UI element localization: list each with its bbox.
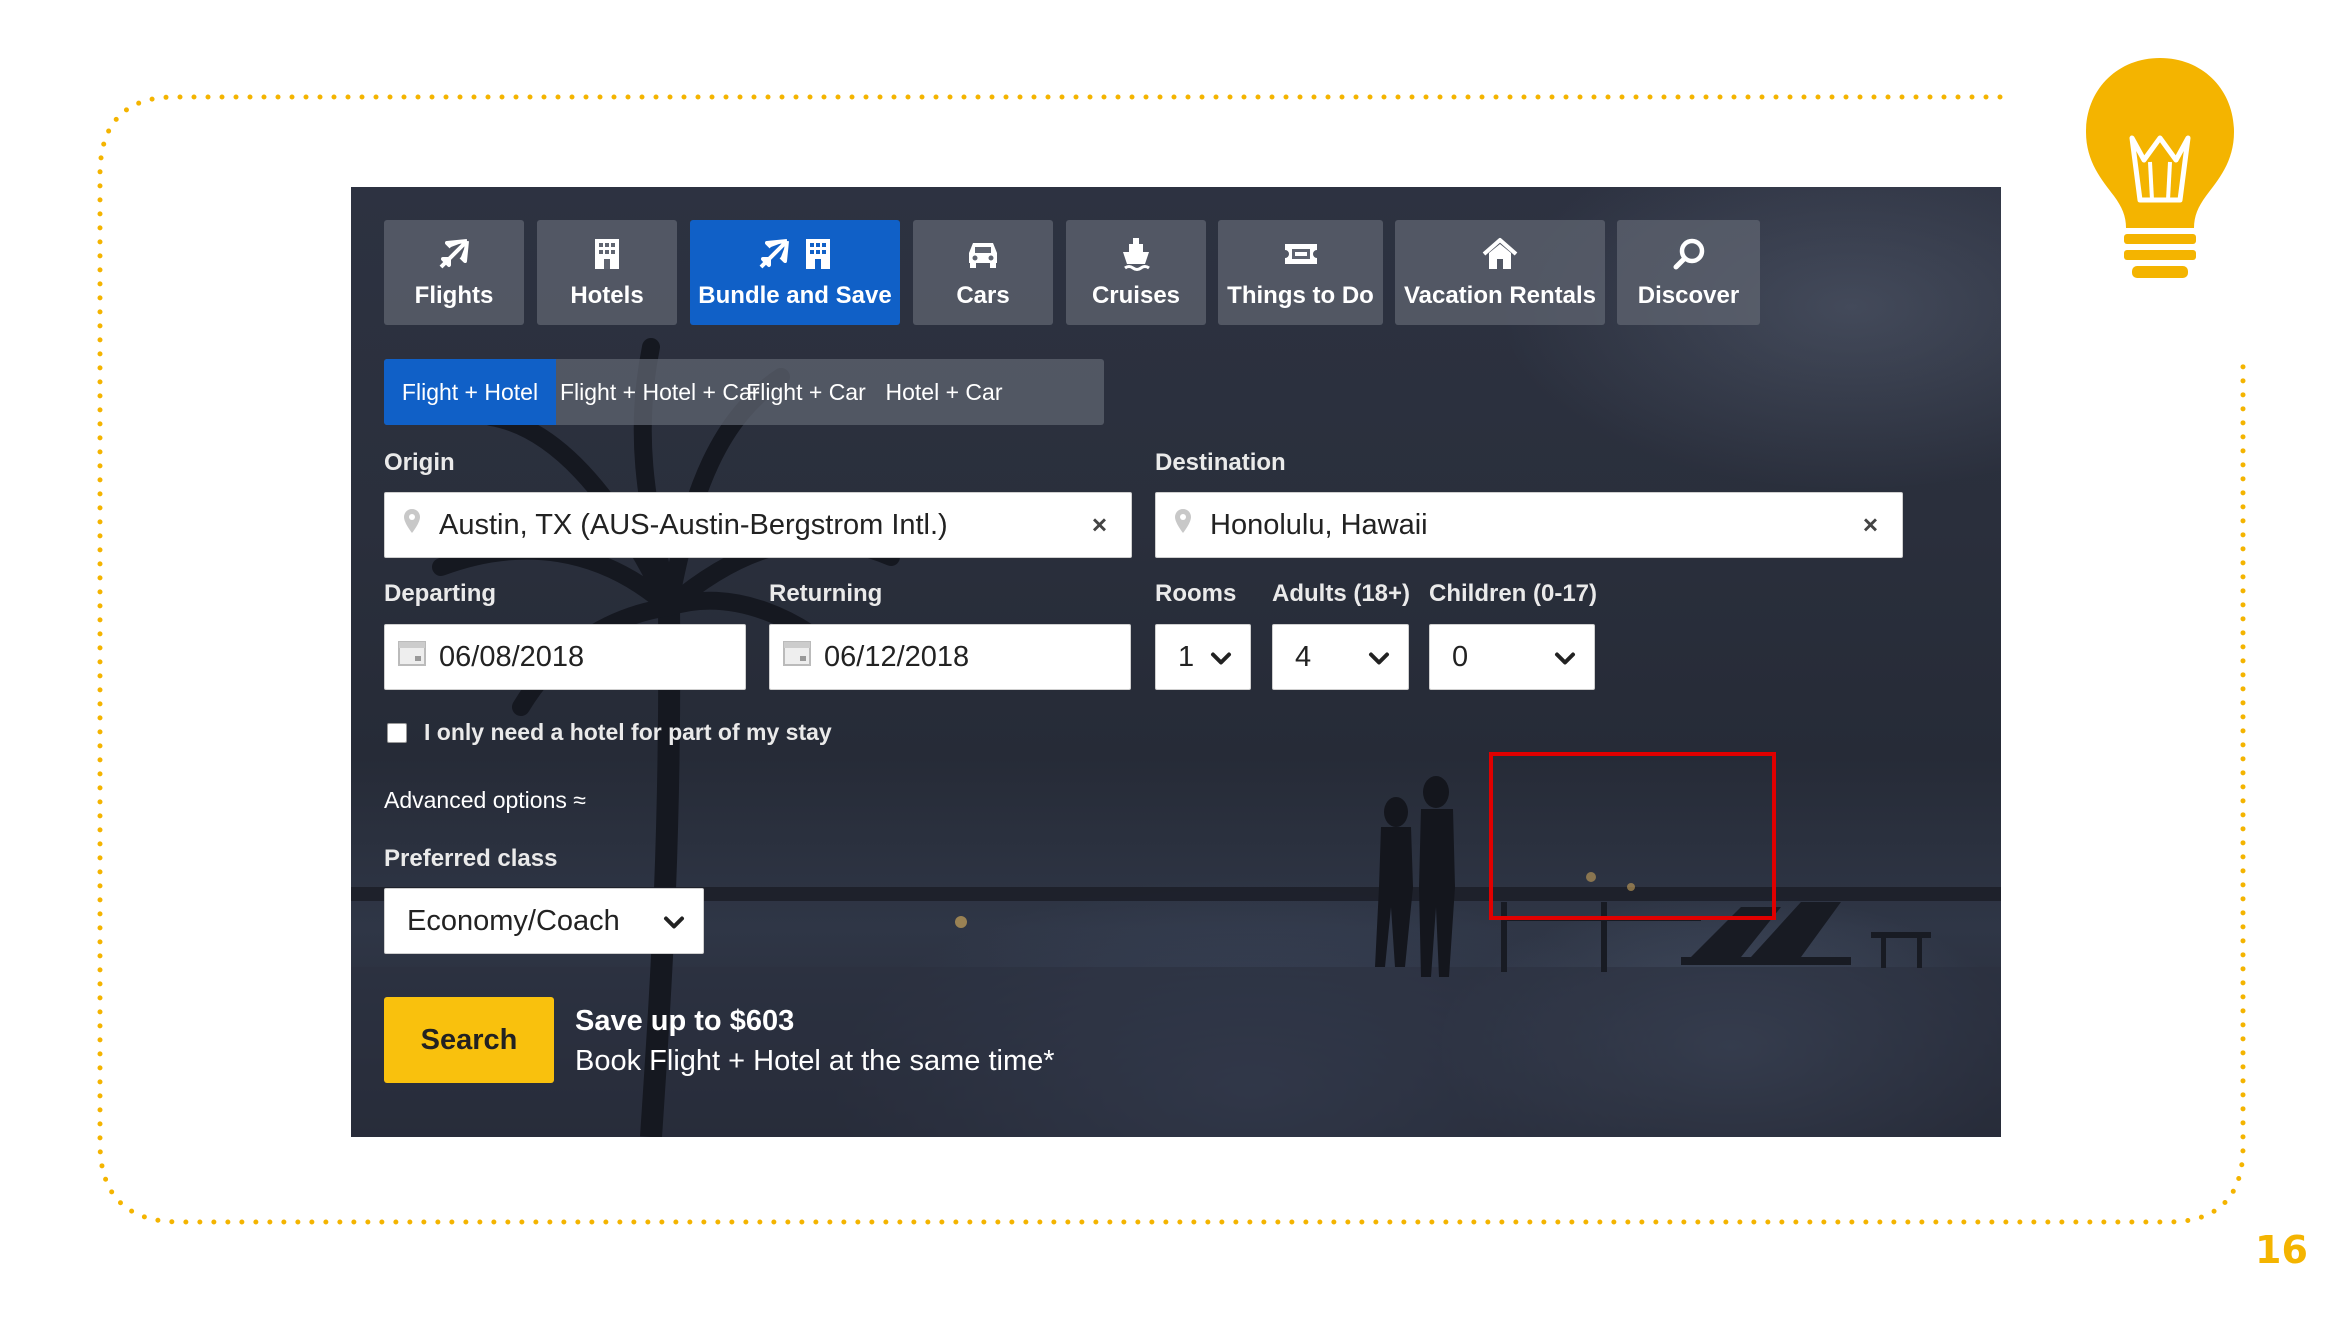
children-select[interactable]: 0 (1429, 624, 1595, 690)
bundle-subtabs: Flight + Hotel Flight + Hotel + Car Flig… (384, 359, 1104, 425)
chevron-down-icon (1368, 641, 1390, 674)
chevron-down-icon (663, 905, 685, 938)
rooms-value: 1 (1178, 640, 1195, 673)
departing-value: 06/08/2018 (439, 640, 585, 673)
ship-icon (1066, 234, 1206, 274)
tab-label: Vacation Rentals (1403, 282, 1597, 309)
map-pin-icon (1174, 508, 1192, 542)
tab-label: Discover (1637, 282, 1740, 309)
clear-origin-icon[interactable]: × (1092, 510, 1107, 541)
returning-date-input[interactable]: 06/12/2018 (769, 624, 1131, 690)
ticket-icon (1218, 234, 1383, 274)
tab-discover[interactable]: Discover (1617, 220, 1760, 325)
tab-things-to-do[interactable]: Things to Do (1218, 220, 1383, 325)
tab-label: Cruises (1091, 282, 1181, 309)
slide: 16 Flights Hotels Bundle and Save Cars C… (0, 0, 2340, 1317)
travel-search-screenshot: Flights Hotels Bundle and Save Cars Crui… (351, 187, 2001, 1137)
calendar-icon (782, 639, 812, 675)
children-label: Children (0-17) (1429, 580, 1598, 607)
adults-label: Adults (18+) (1272, 580, 1411, 607)
house-icon (1395, 234, 1605, 274)
chevron-down-icon (1210, 641, 1232, 674)
airplane-building-icon (690, 234, 900, 274)
subtab-flight-hotel-car[interactable]: Flight + Hotel + Car (560, 359, 759, 425)
rooms-label: Rooms (1155, 580, 1237, 607)
origin-label: Origin (384, 449, 455, 476)
preferred-class-label: Preferred class (384, 845, 558, 872)
calendar-icon (397, 639, 427, 675)
tab-label: Hotels (570, 282, 644, 309)
subtab-hotel-car[interactable]: Hotel + Car (876, 359, 1012, 425)
preferred-class-select[interactable]: Economy/Coach (384, 888, 704, 954)
adults-value: 4 (1295, 640, 1312, 673)
destination-value: Honolulu, Hawaii (1210, 508, 1428, 541)
tab-vacation-rentals[interactable]: Vacation Rentals (1395, 220, 1605, 325)
children-value: 0 (1452, 640, 1469, 673)
destination-label: Destination (1155, 449, 1286, 476)
tab-flights[interactable]: Flights (384, 220, 524, 325)
chevron-down-icon (1554, 641, 1576, 674)
departing-date-input[interactable]: 06/08/2018 (384, 624, 746, 690)
subtab-flight-car[interactable]: Flight + Car (738, 359, 874, 425)
partial-stay-checkbox[interactable] (387, 723, 407, 743)
tab-label: Flights (414, 282, 494, 309)
page-number: 16 (2255, 1228, 2308, 1272)
tab-label: Things to Do (1227, 282, 1374, 309)
map-pin-icon (403, 508, 421, 542)
subtab-flight-hotel[interactable]: Flight + Hotel (384, 359, 556, 425)
promo-title: Save up to $603 (575, 1005, 795, 1037)
lightbulb-icon (2086, 58, 2234, 278)
tab-cars[interactable]: Cars (913, 220, 1053, 325)
tab-cruises[interactable]: Cruises (1066, 220, 1206, 325)
tab-label: Cars (956, 282, 1010, 309)
rooms-select[interactable]: 1 (1155, 624, 1251, 690)
advanced-options-link[interactable]: Advanced options ≈ (384, 787, 586, 814)
tab-bundle-and-save[interactable]: Bundle and Save (690, 220, 900, 325)
destination-input[interactable]: Honolulu, Hawaii × (1155, 492, 1903, 558)
adults-select[interactable]: 4 (1272, 624, 1409, 690)
clear-destination-icon[interactable]: × (1863, 510, 1878, 541)
origin-value: Austin, TX (AUS-Austin-Bergstrom Intl.) (439, 508, 948, 541)
tab-hotels[interactable]: Hotels (537, 220, 677, 325)
departing-label: Departing (384, 580, 497, 607)
search-icon (1617, 234, 1760, 274)
car-icon (913, 234, 1053, 274)
search-button[interactable]: Search (384, 997, 554, 1083)
returning-value: 06/12/2018 (824, 640, 970, 673)
preferred-class-value: Economy/Coach (407, 904, 620, 937)
guest-selection-highlight (1489, 752, 1776, 920)
tab-label: Bundle and Save (698, 282, 892, 309)
building-icon (537, 234, 677, 274)
airplane-icon (384, 234, 524, 274)
returning-label: Returning (769, 580, 883, 607)
origin-input[interactable]: Austin, TX (AUS-Austin-Bergstrom Intl.) … (384, 492, 1132, 558)
partial-stay-label: I only need a hotel for part of my stay (424, 719, 832, 745)
promo-subtitle: Book Flight + Hotel at the same time* (575, 1045, 1055, 1077)
